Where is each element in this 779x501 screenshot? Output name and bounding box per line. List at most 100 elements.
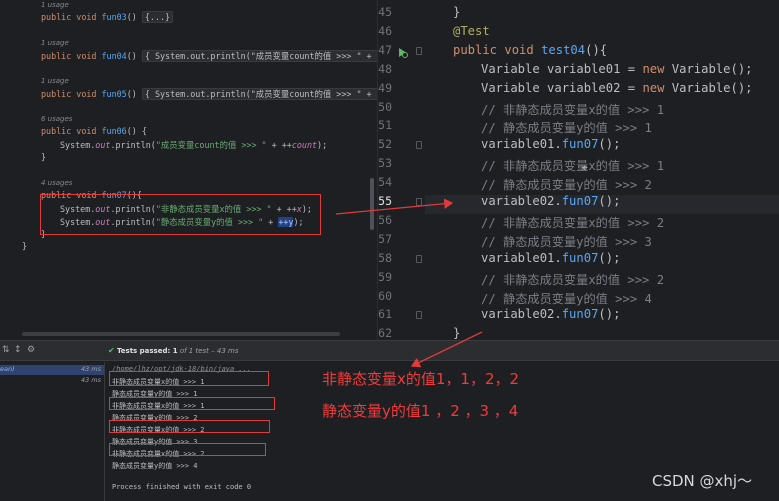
- line-number[interactable]: 50: [378, 100, 392, 114]
- code-line[interactable]: variable01.fun07();: [481, 251, 620, 265]
- string-literal: "成员变量count的值 >>> ": [155, 140, 267, 150]
- usage-hint[interactable]: 1 usage: [41, 77, 69, 85]
- code-line[interactable]: Variable variable02 = new Variable();: [481, 81, 753, 95]
- code-text: );: [317, 140, 328, 150]
- code-line-close[interactable]: }: [41, 152, 46, 162]
- line-number[interactable]: 58: [378, 251, 392, 265]
- right-editor-pane[interactable]: 45 46 47 48 49 50 51 52 53 54 55 56 57 58 59 60 61 62 } @T…: [377, 0, 779, 340]
- code-text: .println(: [110, 140, 156, 150]
- vertical-scrollbar[interactable]: [370, 178, 374, 230]
- code-line-class-close[interactable]: }: [22, 241, 27, 251]
- line-number[interactable]: 51: [378, 118, 392, 132]
- code-line-fun06-signature[interactable]: public void fun06() {: [41, 126, 147, 136]
- code-line[interactable]: }: [453, 5, 460, 19]
- method-name: fun04: [101, 51, 127, 61]
- usage-hint[interactable]: 4 usages: [41, 179, 72, 187]
- keyword: public void: [41, 126, 102, 136]
- run-test-icon[interactable]: [397, 47, 408, 58]
- fold-marker-icon[interactable]: [416, 198, 422, 206]
- test-duration: 43 ms: [80, 376, 101, 384]
- code-line-fun05[interactable]: public void fun05() { System.out.println…: [41, 88, 377, 100]
- test-tree-row[interactable]: 43 ms: [0, 376, 104, 386]
- method-name: fun03: [101, 12, 127, 22]
- line-number[interactable]: 61: [378, 307, 392, 321]
- code-line[interactable]: // 非静态成员变量x的值 >>> 1: [481, 100, 664, 118]
- code-line[interactable]: // 静态成员变量y的值 >>> 3: [481, 232, 652, 250]
- code-line[interactable]: }: [453, 326, 460, 340]
- fold-marker-icon[interactable]: [416, 47, 422, 55]
- line-number[interactable]: 45: [378, 5, 392, 19]
- fold-marker-icon[interactable]: [416, 141, 422, 149]
- highlight-box-output: [109, 420, 270, 433]
- line-number[interactable]: 48: [378, 62, 392, 76]
- test-duration: 43 ms: [80, 365, 101, 373]
- test-name: ean): [0, 365, 15, 373]
- usage-hint[interactable]: 1 usage: [41, 1, 69, 9]
- watermark: CSDN @xhj～: [652, 472, 753, 490]
- code-text: + ++: [266, 140, 292, 150]
- code-line[interactable]: // 静态成员变量y的值 >>> 1: [481, 118, 652, 136]
- code-text: System.: [60, 140, 96, 150]
- highlight-box-output: [109, 371, 269, 386]
- code-line[interactable]: // 非静态成员变量x的值 >>> 2: [481, 270, 664, 288]
- status-label: Tests passed:: [116, 347, 173, 355]
- usage-hint[interactable]: 1 usage: [41, 39, 69, 47]
- static-field: out: [95, 140, 111, 150]
- code-text: (): [126, 89, 142, 99]
- code-line[interactable]: variable02.fun07();: [481, 307, 620, 321]
- code-line[interactable]: // 非静态成员变量x的值 >>> 1: [481, 156, 664, 174]
- test-tree-row[interactable]: ean) 43 ms: [0, 365, 104, 375]
- left-editor-pane[interactable]: 1 usage public void fun03() {...} 1 usag…: [0, 0, 377, 340]
- line-number[interactable]: 49: [378, 81, 392, 95]
- code-line-fun06-body[interactable]: System.out.println("成员变量count的值 >>> " + …: [60, 139, 327, 151]
- method-name: fun06: [101, 126, 127, 136]
- code-line[interactable]: // 非静态成员变量x的值 >>> 2: [481, 213, 664, 231]
- console-line: 静态成员变量y的值 >>> 4: [112, 462, 198, 470]
- folded-code[interactable]: { System.out.println("成员变量count的值 >>> " …: [141, 88, 377, 100]
- test-tree[interactable]: ean) 43 ms 43 ms: [0, 362, 105, 501]
- fold-marker-icon[interactable]: [416, 311, 422, 319]
- line-number[interactable]: 57: [378, 232, 392, 246]
- highlight-box-fun07: [40, 194, 321, 235]
- folded-code[interactable]: { System.out.println("成员变量count的值 >>> " …: [141, 50, 377, 62]
- keyword: public void: [41, 12, 102, 22]
- code-line[interactable]: // 静态成员变量y的值 >>> 2: [481, 175, 652, 193]
- line-number[interactable]: 47: [378, 43, 392, 57]
- check-icon: ✔: [108, 346, 115, 355]
- code-line[interactable]: // 静态成员变量y的值 >>> 4: [481, 289, 652, 307]
- line-number[interactable]: 52: [378, 137, 392, 151]
- line-number[interactable]: 59: [378, 270, 392, 284]
- code-line-fun04[interactable]: public void fun04() { System.out.println…: [41, 50, 377, 62]
- line-number[interactable]: 62: [378, 326, 392, 340]
- code-line-fun03[interactable]: public void fun03() {...}: [41, 11, 174, 23]
- line-number-gutter[interactable]: 45 46 47 48 49 50 51 52 53 54 55 56 57 58 59 60 61 62: [378, 0, 425, 340]
- line-number[interactable]: 55: [378, 194, 392, 208]
- code-line[interactable]: public void test04(){: [453, 43, 607, 57]
- expand-icon[interactable]: ↕: [14, 345, 22, 355]
- horizontal-scrollbar[interactable]: [22, 332, 340, 336]
- console-line: Process finished with exit code 0: [112, 483, 252, 491]
- settings-icon[interactable]: ⚙: [27, 345, 35, 355]
- run-toolbar: ⇅ ↕ ⚙ ✔ Tests passed: 1 of 1 test – 43 m…: [0, 341, 779, 361]
- line-number[interactable]: 60: [378, 289, 392, 303]
- code-line[interactable]: @Test: [453, 24, 490, 38]
- code-text: () {: [126, 126, 147, 136]
- highlight-box-output: [109, 397, 275, 410]
- sort-icon[interactable]: ⇅: [2, 345, 10, 355]
- usage-hint[interactable]: 6 usages: [41, 115, 72, 123]
- field-ref: count: [291, 140, 318, 150]
- keyword: public void: [41, 89, 102, 99]
- code-line[interactable]: Variable variable01 = new Variable();: [481, 62, 753, 76]
- code-line[interactable]: variable01.fun07();: [481, 137, 620, 151]
- note-y-values: 静态变量y的值1 ，2 ，3 ，4: [322, 402, 519, 420]
- fold-marker-icon[interactable]: [416, 255, 422, 263]
- line-number[interactable]: 54: [378, 175, 392, 189]
- code-text: (): [126, 51, 142, 61]
- line-number[interactable]: 56: [378, 213, 392, 227]
- code-text: (): [126, 12, 142, 22]
- line-number[interactable]: 53: [378, 156, 392, 170]
- method-name: fun05: [101, 89, 127, 99]
- folded-code[interactable]: {...}: [141, 11, 174, 23]
- code-line[interactable]: variable02.fun07();: [481, 194, 620, 208]
- line-number[interactable]: 46: [378, 24, 392, 38]
